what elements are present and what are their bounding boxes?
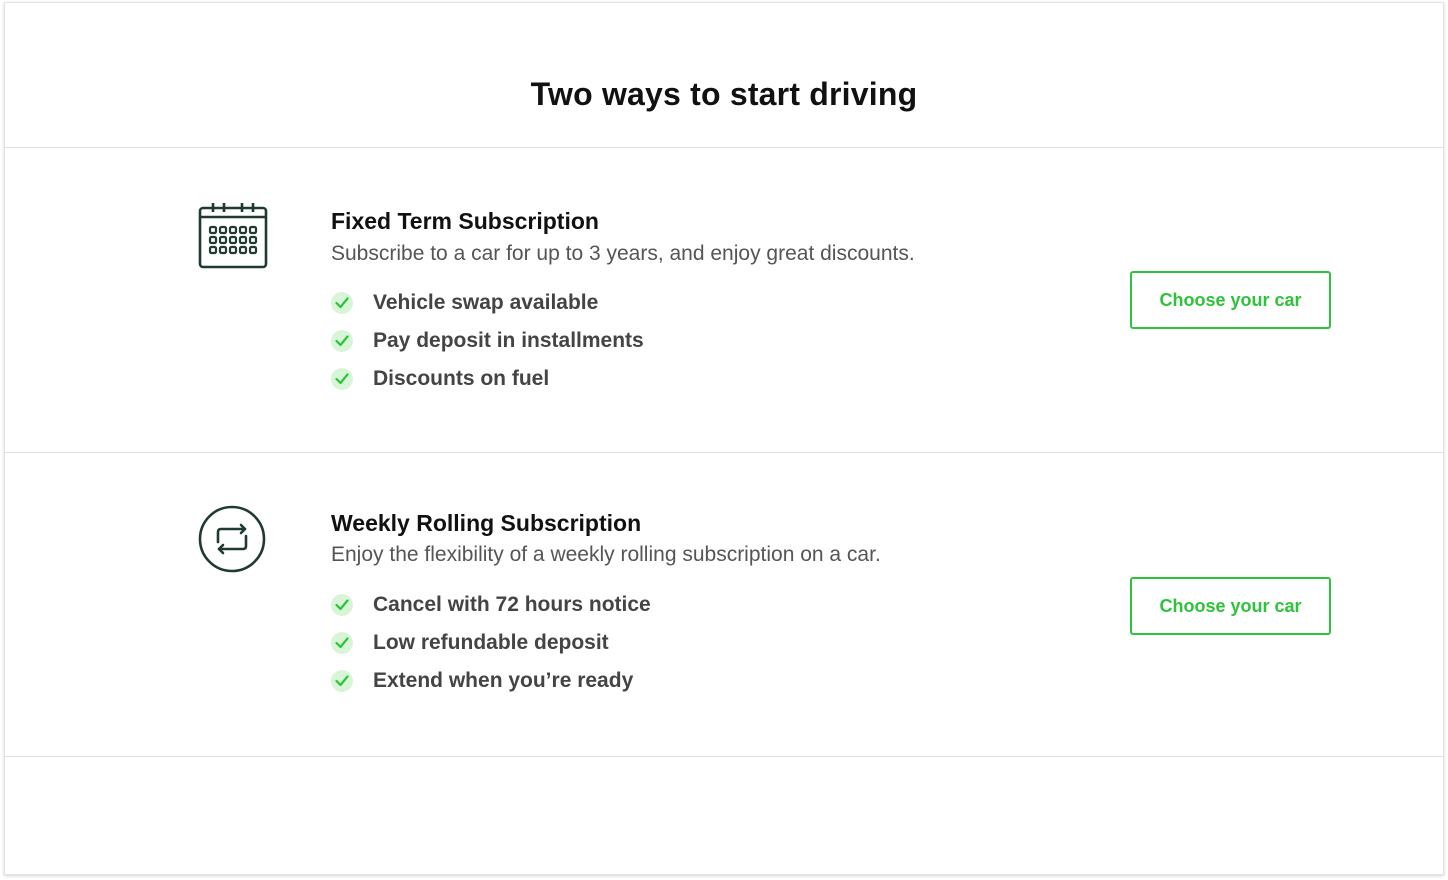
feature-item: Discounts on fuel [331,360,644,398]
page-title: Two ways to start driving [530,76,918,113]
feature-item: Cancel with 72 hours notice [331,586,651,624]
check-icon [331,292,353,314]
feature-label: Discounts on fuel [373,367,550,390]
choose-your-car-button[interactable]: Choose your car [1130,271,1331,329]
plan-description: Subscribe to a car for up to 3 years, an… [331,242,915,265]
feature-label: Low refundable deposit [373,631,609,654]
check-icon [331,368,353,390]
plan-description: Enjoy the flexibility of a weekly rollin… [331,543,881,566]
feature-label: Extend when you’re ready [373,669,634,692]
feature-item: Low refundable deposit [331,624,651,662]
feature-label: Cancel with 72 hours notice [373,593,651,616]
check-icon [331,670,353,692]
plan-fixed-term: Fixed Term Subscription Subscribe to a c… [5,148,1443,452]
check-icon [331,594,353,616]
check-icon [331,330,353,352]
plan-title: Fixed Term Subscription [331,208,599,234]
feature-item: Extend when you’re ready [331,662,651,700]
feature-item: Vehicle swap available [331,284,644,322]
repeat-icon [198,505,266,573]
feature-label: Vehicle swap available [373,291,599,314]
choose-your-car-button[interactable]: Choose your car [1130,577,1331,635]
plans-panel: Two ways to start driving Fixed Term Sub… [4,2,1444,875]
feature-list: Vehicle swap available Pay deposit in in… [331,284,644,398]
check-icon [331,632,353,654]
plan-title: Weekly Rolling Subscription [331,510,642,536]
feature-item: Pay deposit in installments [331,322,644,360]
plan-weekly-rolling: Weekly Rolling Subscription Enjoy the fl… [5,453,1443,757]
calendar-icon [198,203,268,269]
divider [5,756,1443,757]
feature-list: Cancel with 72 hours notice Low refundab… [331,586,651,700]
feature-label: Pay deposit in installments [373,329,644,352]
